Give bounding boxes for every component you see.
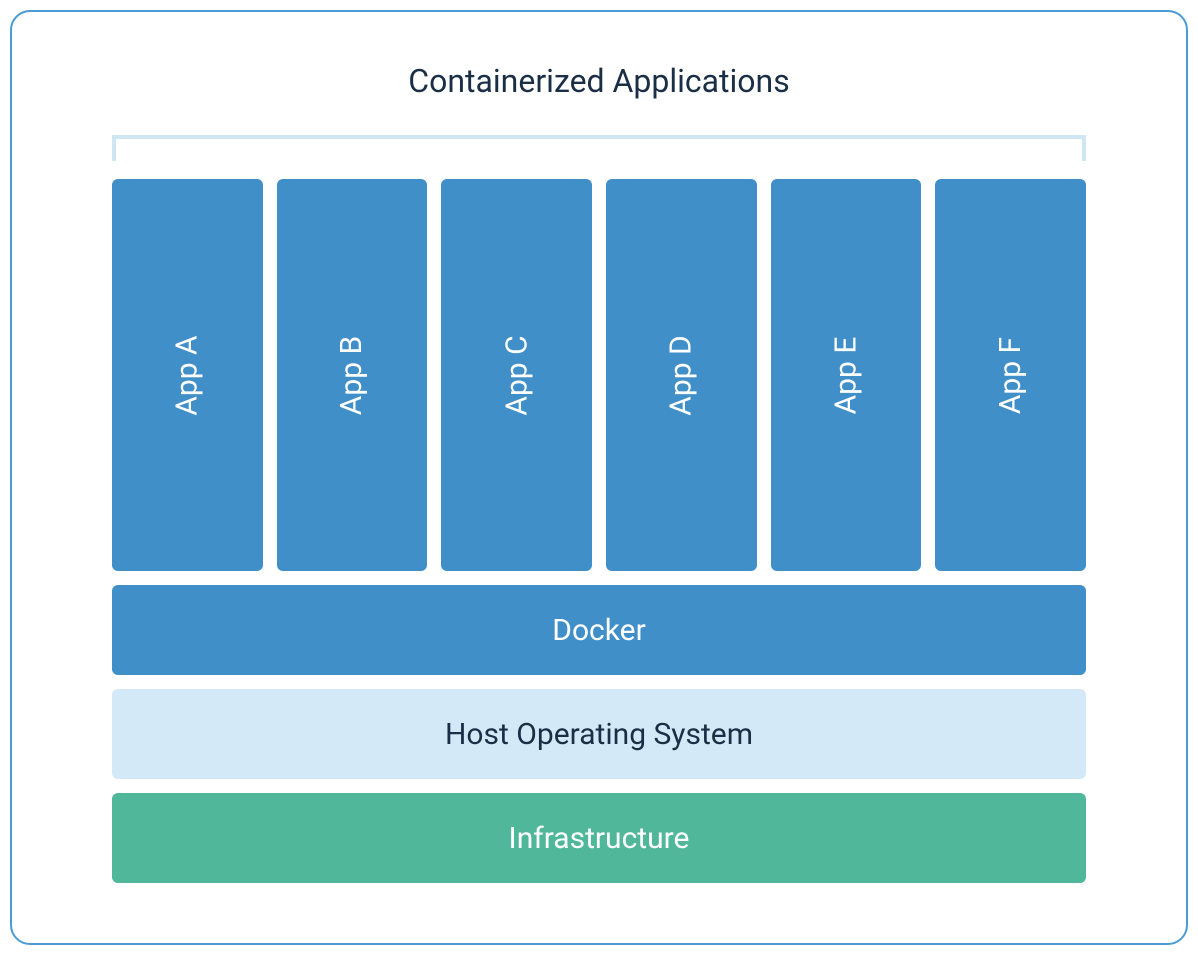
diagram-title: Containerized Applications bbox=[112, 62, 1086, 100]
app-label: App E bbox=[829, 336, 864, 414]
layer-docker: Docker bbox=[112, 585, 1086, 675]
app-box-c: App C bbox=[441, 179, 592, 571]
app-label: App C bbox=[499, 335, 534, 415]
app-label: App A bbox=[170, 335, 205, 415]
app-box-d: App D bbox=[606, 179, 757, 571]
app-box-a: App A bbox=[112, 179, 263, 571]
app-box-f: App F bbox=[935, 179, 1086, 571]
diagram-container: Containerized Applications App A App B A… bbox=[10, 10, 1188, 945]
app-label: App F bbox=[993, 336, 1028, 413]
app-box-e: App E bbox=[771, 179, 922, 571]
layer-host-os: Host Operating System bbox=[112, 689, 1086, 779]
apps-row: App A App B App C App D App E App F bbox=[112, 179, 1086, 571]
app-label: App D bbox=[664, 335, 699, 415]
layer-infrastructure: Infrastructure bbox=[112, 793, 1086, 883]
app-label: App B bbox=[335, 335, 370, 414]
app-box-b: App B bbox=[277, 179, 428, 571]
apps-bracket bbox=[112, 135, 1086, 161]
